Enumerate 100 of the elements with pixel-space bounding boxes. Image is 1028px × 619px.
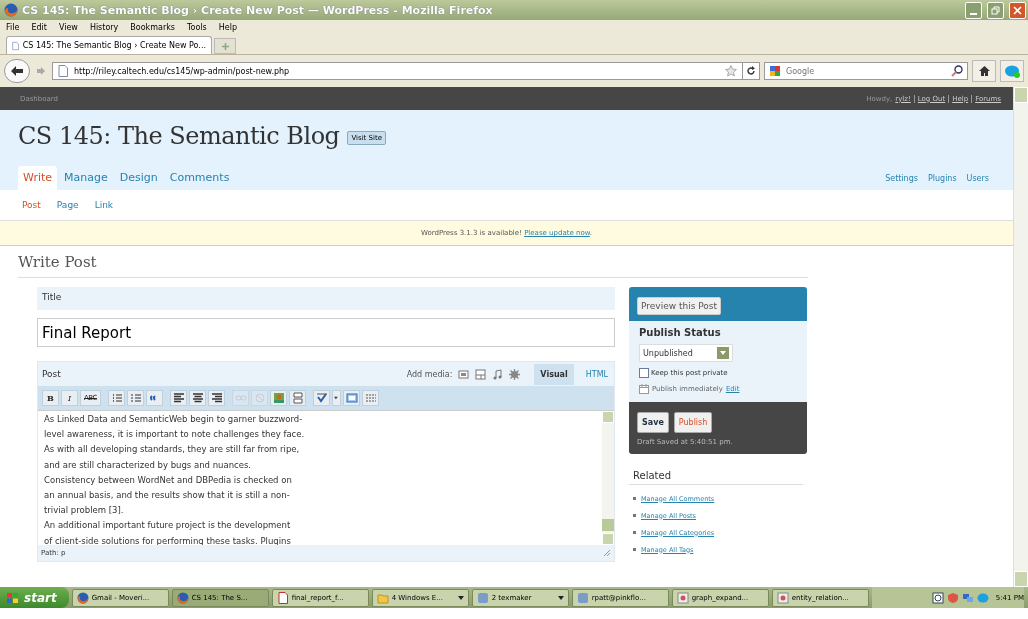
status-dropdown[interactable]: Unpublished <box>639 344 733 362</box>
document-icon <box>276 591 289 604</box>
toolbar-toggle-icon <box>364 392 377 404</box>
home-icon <box>977 65 991 77</box>
nav-link[interactable]: Plugins <box>927 174 957 190</box>
title-field[interactable]: Final Report <box>37 318 615 347</box>
address-field[interactable]: http://riley.caltech.edu/cs145/wp-admin/post-new.php <box>52 62 743 80</box>
image-icon <box>272 392 285 404</box>
nav-link[interactable]: Users <box>966 174 989 190</box>
menu-item[interactable]: History <box>89 22 119 32</box>
section-heading: Related <box>629 454 803 485</box>
numbered-list-icon <box>129 392 142 404</box>
app-icon <box>476 591 489 604</box>
toolbar-button[interactable] <box>208 390 225 406</box>
sub-tab[interactable]: Link <box>94 200 114 210</box>
music-icon <box>492 368 504 380</box>
add-media-button[interactable] <box>458 368 470 380</box>
menu-item[interactable]: Bookmarks <box>130 22 176 32</box>
shield-icon <box>946 591 959 604</box>
caret-icon <box>457 595 464 600</box>
publish-button[interactable]: Publish <box>673 412 713 433</box>
home-button[interactable] <box>972 60 996 82</box>
blog-title: CS 145: The Semantic Blog <box>18 122 340 150</box>
menu-item[interactable]: Help <box>218 22 237 32</box>
spellcheck-icon <box>315 392 328 404</box>
image-icon <box>676 591 689 604</box>
save-button[interactable]: Save <box>637 412 669 433</box>
window-title: CS 145: The Semantic Blog › Create New Post — WordPress - Mozilla Firefox <box>22 3 493 17</box>
add-media-button[interactable] <box>492 368 504 380</box>
bold-button[interactable]: B <box>42 390 59 406</box>
list-icon <box>110 392 123 404</box>
cloud-icon <box>976 591 989 604</box>
folder-icon <box>376 591 389 604</box>
editor-tab[interactable]: HTML <box>579 363 614 385</box>
firefox-icon <box>4 3 18 17</box>
restore-button[interactable] <box>987 1 1004 19</box>
nav-tab[interactable]: Write <box>18 166 58 190</box>
menu-item[interactable]: Edit <box>31 22 47 32</box>
bullet-icon <box>633 497 636 500</box>
close-button[interactable] <box>1009 1 1026 19</box>
checkbox[interactable] <box>639 368 649 378</box>
reload-icon <box>746 66 756 76</box>
sub-tab[interactable]: Page <box>56 200 79 210</box>
browser-tab[interactable]: CS 145: The Semantic Blog › Create New Po... <box>6 36 212 54</box>
left-arrow-icon <box>10 65 24 77</box>
page-heading: Write Post <box>18 250 808 278</box>
toolbar-button[interactable] <box>146 390 163 406</box>
back-button[interactable] <box>4 59 30 83</box>
nav-tab[interactable]: Design <box>114 166 163 190</box>
add-media-button[interactable] <box>475 368 487 380</box>
toolbar-button[interactable] <box>313 390 330 406</box>
page-icon <box>12 39 19 52</box>
bullet-icon <box>633 548 636 551</box>
firefox-icon <box>176 591 189 604</box>
scroll-bar[interactable] <box>602 411 614 545</box>
app-icon <box>576 591 589 604</box>
section-heading: Publish Status <box>639 327 722 338</box>
google-icon <box>769 65 783 77</box>
minimize-icon <box>970 12 977 15</box>
nav-tab[interactable]: Comments <box>164 166 235 190</box>
star-icon <box>725 65 737 77</box>
resize-grip-icon <box>603 549 611 557</box>
editor-tab[interactable]: Visual <box>534 363 574 385</box>
video-icon <box>475 368 487 380</box>
menu-item[interactable]: File <box>6 22 20 32</box>
page-icon <box>58 65 68 77</box>
minimize-button[interactable] <box>965 1 982 19</box>
restore-icon <box>991 5 1000 15</box>
sub-tab[interactable]: Post <box>22 200 41 210</box>
nav-tab[interactable]: Manage <box>59 166 113 190</box>
menu-item[interactable]: View <box>58 22 78 32</box>
search-icon <box>951 65 963 77</box>
menu-item[interactable]: Tools <box>187 22 207 32</box>
bullet-icon <box>633 514 636 517</box>
scroll-bar[interactable] <box>1013 87 1028 587</box>
reload-button[interactable] <box>742 62 760 80</box>
broken-chain-icon <box>253 392 266 404</box>
firefox-icon <box>76 591 89 604</box>
windows-logo-icon <box>6 591 20 604</box>
bullet-icon <box>633 531 636 534</box>
align-right-icon <box>210 392 223 404</box>
italic-button[interactable]: I <box>61 390 78 406</box>
close-icon <box>1013 5 1022 15</box>
align-left-icon <box>172 392 185 404</box>
align-center-icon <box>191 392 204 404</box>
image-icon <box>458 368 470 380</box>
add-media-button[interactable] <box>509 368 521 380</box>
forward-button[interactable] <box>34 64 48 78</box>
preview-button[interactable]: Preview this Post <box>637 297 721 315</box>
toolbar-button[interactable] <box>189 390 206 406</box>
fullscreen-icon <box>345 392 358 404</box>
toolbar-button[interactable] <box>170 390 187 406</box>
search-box[interactable]: Google <box>764 62 968 80</box>
cloud-icon <box>1004 64 1020 78</box>
post-label: Post <box>42 369 61 379</box>
page-break-icon <box>291 392 304 404</box>
caret-icon <box>557 595 564 600</box>
add-media-label: Add media: <box>406 369 453 379</box>
new-tab-button[interactable] <box>214 38 236 54</box>
nav-link[interactable]: Settings <box>885 174 918 190</box>
